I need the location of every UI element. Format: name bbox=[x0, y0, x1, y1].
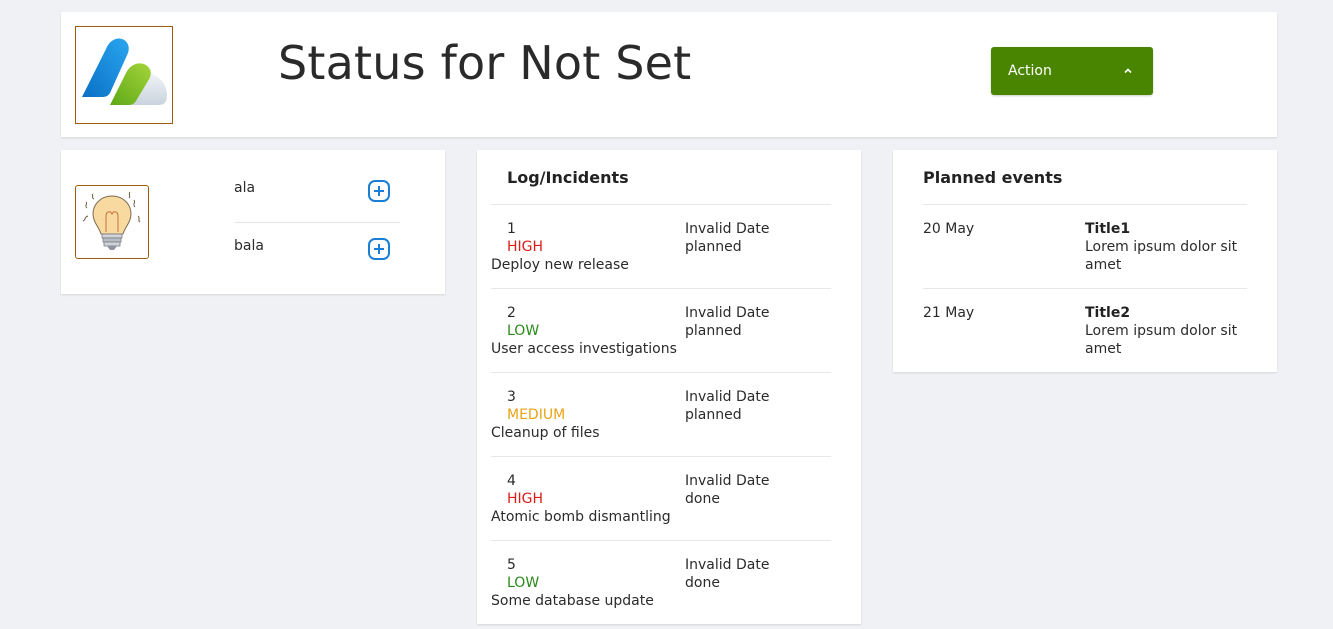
planned-events-card: Planned events 20 May Title1 Lorem ipsum… bbox=[893, 150, 1277, 372]
log-item-status: planned bbox=[685, 239, 742, 255]
header-card: Status for Not Set Action bbox=[61, 12, 1277, 137]
log-item-severity: HIGH bbox=[507, 239, 544, 255]
tags-card: ala bala bbox=[61, 150, 445, 294]
lightbulb-image bbox=[75, 185, 149, 259]
planned-card-title: Planned events bbox=[923, 168, 1063, 187]
log-item[interactable]: 2 LOW User access investigations Invalid… bbox=[491, 288, 831, 372]
log-item-severity: LOW bbox=[507, 575, 540, 591]
log-item-severity: MEDIUM bbox=[507, 407, 566, 423]
log-item-description: Deploy new release bbox=[491, 257, 629, 273]
log-item[interactable]: 3 MEDIUM Cleanup of files Invalid Date p… bbox=[491, 372, 831, 456]
log-item-status: done bbox=[685, 491, 720, 507]
log-item-id: 5 bbox=[507, 557, 516, 573]
planned-event-item[interactable]: 21 May Title2 Lorem ipsum dolor sit amet bbox=[923, 288, 1247, 372]
log-item-date: Invalid Date bbox=[685, 557, 770, 573]
log-item-severity: LOW bbox=[507, 323, 540, 339]
action-button[interactable]: Action bbox=[991, 47, 1153, 95]
log-item-description: User access investigations bbox=[491, 341, 677, 357]
add-icon[interactable] bbox=[368, 238, 390, 260]
log-item-id: 4 bbox=[507, 473, 516, 489]
tag-row: ala bbox=[234, 150, 400, 223]
log-item-status: done bbox=[685, 575, 720, 591]
log-item-status: planned bbox=[685, 323, 742, 339]
event-description: Lorem ipsum dolor sit amet bbox=[1085, 323, 1238, 357]
lightbulb-icon bbox=[82, 191, 141, 250]
page-title: Status for Not Set bbox=[278, 36, 692, 90]
add-icon[interactable] bbox=[368, 180, 390, 202]
log-item-description: Some database update bbox=[491, 593, 654, 609]
logo bbox=[75, 26, 173, 124]
log-item-description: Atomic bomb dismantling bbox=[491, 509, 671, 525]
log-item-severity: HIGH bbox=[507, 491, 544, 507]
log-item-id: 3 bbox=[507, 389, 516, 405]
log-item-description: Cleanup of files bbox=[491, 425, 600, 441]
tag-row: bala bbox=[234, 223, 400, 281]
log-item-date: Invalid Date bbox=[685, 389, 770, 405]
event-title: Title1 bbox=[1085, 221, 1131, 237]
chevron-up-icon bbox=[1124, 68, 1132, 74]
log-card-title: Log/Incidents bbox=[507, 168, 629, 187]
log-item[interactable]: 4 HIGH Atomic bomb dismantling Invalid D… bbox=[491, 456, 831, 540]
event-title: Title2 bbox=[1085, 305, 1131, 321]
cloud-logo-icon bbox=[82, 38, 168, 105]
event-date: 20 May bbox=[923, 221, 975, 237]
log-item[interactable]: 5 LOW Some database update Invalid Date … bbox=[491, 540, 831, 624]
log-incidents-card: Log/Incidents 1 HIGH Deploy new release … bbox=[477, 150, 861, 624]
log-item-date: Invalid Date bbox=[685, 221, 770, 237]
log-item-id: 2 bbox=[507, 305, 516, 321]
log-item[interactable]: 1 HIGH Deploy new release Invalid Date p… bbox=[491, 204, 831, 288]
log-item-status: planned bbox=[685, 407, 742, 423]
event-date: 21 May bbox=[923, 305, 975, 321]
action-button-label: Action bbox=[1008, 63, 1052, 79]
tag-label: ala bbox=[234, 180, 256, 196]
log-list: 1 HIGH Deploy new release Invalid Date p… bbox=[491, 204, 831, 624]
log-item-date: Invalid Date bbox=[685, 305, 770, 321]
log-item-date: Invalid Date bbox=[685, 473, 770, 489]
planned-events-list: 20 May Title1 Lorem ipsum dolor sit amet… bbox=[923, 204, 1247, 372]
tag-label: bala bbox=[234, 238, 264, 254]
event-description: Lorem ipsum dolor sit amet bbox=[1085, 239, 1238, 273]
log-item-id: 1 bbox=[507, 221, 516, 237]
planned-event-item[interactable]: 20 May Title1 Lorem ipsum dolor sit amet bbox=[923, 204, 1247, 288]
